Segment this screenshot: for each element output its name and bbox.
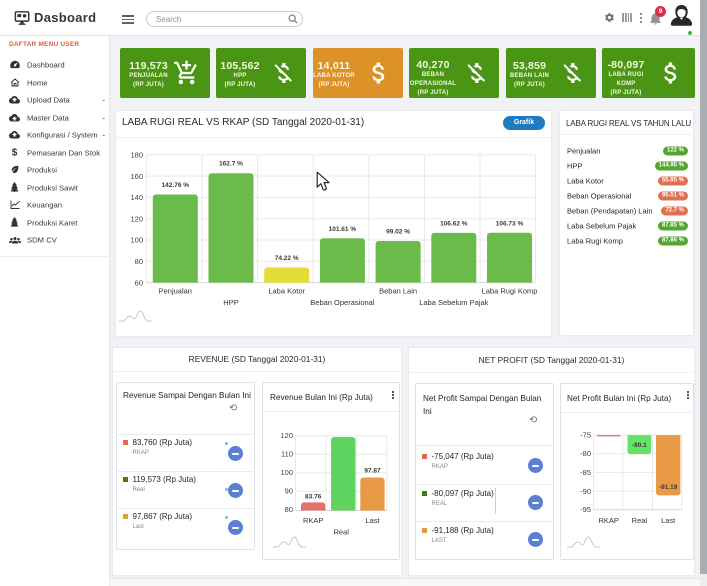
svg-text:120: 120 (280, 431, 293, 440)
svg-text:-80: -80 (580, 449, 591, 458)
svg-text:RKAP: RKAP (598, 516, 618, 525)
svg-text:106.73 %: 106.73 % (496, 220, 524, 227)
svg-text:Last: Last (365, 516, 380, 525)
svg-text:-95: -95 (580, 505, 591, 514)
svg-text:83.76: 83.76 (305, 494, 322, 501)
svg-text:142.76 %: 142.76 % (162, 182, 190, 189)
svg-text:80: 80 (284, 505, 292, 514)
svg-text:Real: Real (631, 516, 647, 525)
svg-text:99.02 %: 99.02 % (386, 229, 410, 236)
svg-text:Laba Rugi Komp: Laba Rugi Komp (482, 286, 538, 295)
svg-text:Laba Kotor: Laba Kotor (268, 286, 305, 295)
svg-text:90: 90 (284, 487, 292, 496)
svg-text:80: 80 (135, 257, 143, 266)
svg-text:162.7 %: 162.7 % (219, 161, 243, 168)
svg-text:Laba Sebelum Pajak: Laba Sebelum Pajak (419, 298, 488, 307)
svg-text:RKAP: RKAP (302, 516, 322, 525)
svg-text:-85: -85 (580, 468, 591, 477)
svg-text:100: 100 (130, 236, 143, 245)
svg-text:Beban Lain: Beban Lain (379, 286, 417, 295)
svg-text:Last: Last (661, 516, 676, 525)
svg-text:60: 60 (135, 278, 143, 287)
svg-text:180: 180 (130, 151, 143, 160)
svg-text:120: 120 (130, 214, 143, 223)
svg-text:100: 100 (280, 468, 293, 477)
svg-text:-90: -90 (580, 487, 591, 496)
svg-text:-80.1: -80.1 (631, 442, 646, 449)
svg-text:101.61 %: 101.61 % (329, 226, 357, 233)
svg-text:160: 160 (130, 172, 143, 181)
svg-text:Penjualan: Penjualan (159, 286, 192, 295)
svg-text:110: 110 (281, 450, 293, 459)
svg-text:74.22 %: 74.22 % (275, 255, 299, 262)
svg-text:-91.19: -91.19 (658, 484, 677, 491)
svg-text:140: 140 (130, 193, 143, 202)
svg-text:HPP: HPP (223, 298, 238, 307)
svg-text:97.87: 97.87 (364, 468, 381, 475)
svg-text:Beban Operasional: Beban Operasional (310, 298, 375, 307)
svg-text:Real: Real (333, 528, 349, 537)
svg-text:106.62 %: 106.62 % (440, 220, 468, 227)
svg-text:-75: -75 (580, 431, 591, 440)
